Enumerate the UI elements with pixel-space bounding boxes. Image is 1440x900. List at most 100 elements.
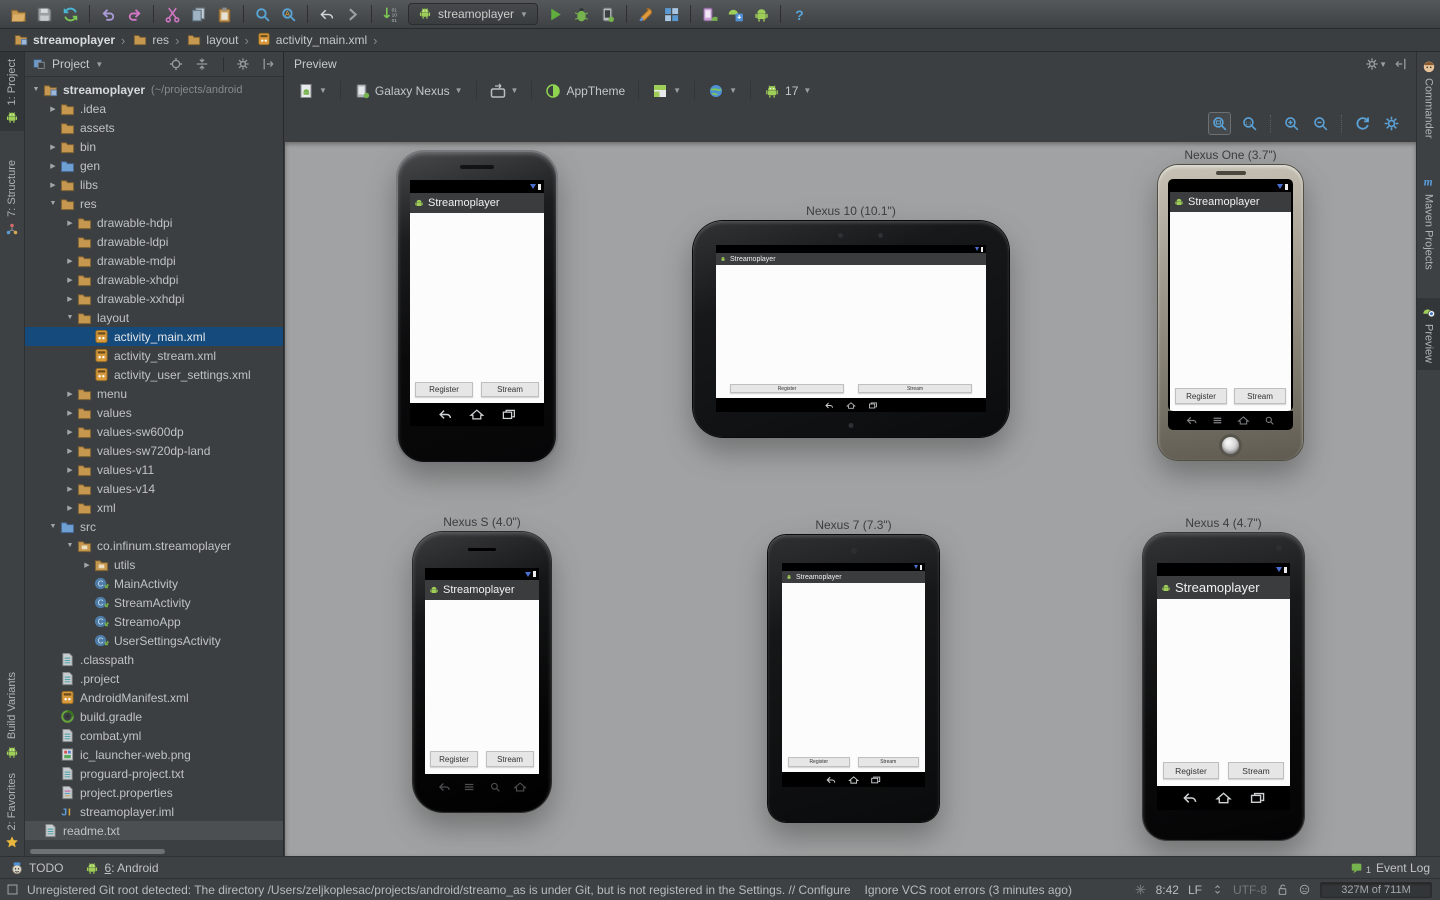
stream-button[interactable]: Stream — [1228, 762, 1284, 779]
tree-collapsed-icon[interactable]: ▶ — [46, 162, 60, 170]
configuration-chooser[interactable]: ▼ — [294, 81, 331, 101]
tree-item[interactable]: activity_main.xml — [25, 327, 283, 346]
tool-tab-maven[interactable]: m Maven Projects — [1417, 168, 1440, 277]
tool-tab-commander[interactable]: Commander — [1417, 52, 1440, 146]
hide-panel-icon[interactable] — [262, 57, 276, 71]
register-button[interactable]: Register — [730, 384, 844, 393]
undo-button[interactable] — [96, 3, 121, 26]
tree-item[interactable]: assets — [25, 118, 283, 137]
tree-item[interactable]: ▶values — [25, 403, 283, 422]
stream-button[interactable]: Stream — [486, 751, 534, 767]
tree-expanded-icon[interactable]: ▼ — [29, 86, 43, 93]
attach-button[interactable] — [595, 3, 620, 26]
tree-expanded-icon[interactable]: ▼ — [63, 314, 77, 321]
stream-button[interactable]: Stream — [1234, 388, 1286, 404]
tree-collapsed-icon[interactable]: ▶ — [63, 447, 77, 455]
tool-tab-favorites[interactable]: 2: Favorites — [0, 766, 24, 856]
tree-collapsed-icon[interactable]: ▶ — [46, 181, 60, 189]
api-version-chooser[interactable]: 17 ▼ — [760, 81, 815, 101]
tree-item[interactable]: ▶xml — [25, 498, 283, 517]
tree-collapsed-icon[interactable]: ▶ — [63, 428, 77, 436]
tree-item[interactable]: readme.txt — [25, 821, 283, 840]
tool-tab-structure[interactable]: 7: Structure — [0, 153, 24, 243]
tree-item[interactable]: CMainActivity — [25, 574, 283, 593]
tree-item[interactable]: ▶gen — [25, 156, 283, 175]
tree-item[interactable]: ▶values-v14 — [25, 479, 283, 498]
monitor-button[interactable] — [749, 3, 774, 26]
open-button[interactable] — [6, 3, 31, 26]
paste-button[interactable] — [212, 3, 237, 26]
tree-item[interactable]: ▶drawable-xxhdpi — [25, 289, 283, 308]
stream-button[interactable]: Stream — [481, 382, 539, 397]
breadcrumb-item[interactable]: layout — [181, 29, 242, 51]
tree-expanded-icon[interactable]: ▼ — [46, 200, 60, 207]
tree-item[interactable]: ▶.idea — [25, 99, 283, 118]
zoom-to-fit-button[interactable] — [1208, 112, 1231, 135]
tree-item[interactable]: build.gradle — [25, 707, 283, 726]
register-button[interactable]: Register — [788, 757, 850, 767]
preview-settings-button[interactable] — [1381, 113, 1402, 134]
chevron-down-icon[interactable]: ▼ — [95, 60, 103, 69]
tree-item[interactable]: ▶drawable-mdpi — [25, 251, 283, 270]
tree-item[interactable]: ▶values-sw720dp-land — [25, 441, 283, 460]
register-button[interactable]: Register — [430, 751, 478, 767]
debug-button[interactable] — [569, 3, 594, 26]
tree-item[interactable]: .project — [25, 669, 283, 688]
tree-collapsed-icon[interactable]: ▶ — [46, 143, 60, 151]
layout-variant-chooser[interactable]: ▼ — [648, 81, 685, 101]
encoding-indicator[interactable]: UTF-8 — [1233, 883, 1267, 897]
tree-item[interactable]: ▶bin — [25, 137, 283, 156]
breadcrumb-item[interactable]: activity_main.xml — [251, 29, 371, 51]
tree-item[interactable]: CUserSettingsActivity — [25, 631, 283, 650]
tree-item[interactable]: activity_user_settings.xml — [25, 365, 283, 384]
actual-size-button[interactable]: 1:1 — [1239, 113, 1260, 134]
tree-expanded-icon[interactable]: ▼ — [46, 523, 60, 530]
tree-item[interactable]: CStreamoApp — [25, 612, 283, 631]
replace-button[interactable]: A — [276, 3, 301, 26]
tree-item[interactable]: AndroidManifest.xml — [25, 688, 283, 707]
save-button[interactable] — [32, 3, 57, 26]
register-button[interactable]: Register — [415, 382, 473, 397]
tree-collapsed-icon[interactable]: ▶ — [63, 257, 77, 265]
event-log-button[interactable]: 1 Event Log — [1350, 861, 1430, 875]
tree-collapsed-icon[interactable]: ▶ — [63, 485, 77, 493]
tree-collapsed-icon[interactable]: ▶ — [63, 276, 77, 284]
tree-item[interactable]: ▼src — [25, 517, 283, 536]
tree-item[interactable]: ▶drawable-xhdpi — [25, 270, 283, 289]
tool-tab-android[interactable]: 6: Android — [85, 861, 158, 875]
tree-expanded-icon[interactable]: ▼ — [63, 542, 77, 549]
cursor-position[interactable]: 8:42 — [1156, 883, 1179, 897]
tree-item[interactable]: ▶drawable-hdpi — [25, 213, 283, 232]
locate-icon[interactable] — [169, 57, 183, 71]
tree-collapsed-icon[interactable]: ▶ — [63, 409, 77, 417]
tree-item[interactable]: ▼streamoplayer(~/projects/android — [25, 80, 283, 99]
tree-collapsed-icon[interactable]: ▶ — [63, 295, 77, 303]
cut-button[interactable] — [160, 3, 185, 26]
tree-item[interactable]: ▼layout — [25, 308, 283, 327]
refresh-button[interactable] — [1352, 113, 1373, 134]
nav-fwd-button[interactable] — [340, 3, 365, 26]
device-chooser[interactable]: Galaxy Nexus ▼ — [350, 81, 467, 101]
tool-tab-build-variants[interactable]: Build Variants — [0, 665, 24, 765]
tool-tab-project[interactable]: 1: Project — [0, 52, 24, 131]
tree-collapsed-icon[interactable]: ▶ — [63, 504, 77, 512]
project-panel-title[interactable]: Project — [52, 57, 89, 71]
tree-item[interactable]: activity_stream.xml — [25, 346, 283, 365]
sdk-button[interactable] — [723, 3, 748, 26]
lock-icon[interactable] — [1276, 883, 1289, 896]
tree-item[interactable]: ▼res — [25, 194, 283, 213]
linenum-button[interactable]: 011001 — [378, 3, 403, 26]
copy-button[interactable] — [186, 3, 211, 26]
tree-collapsed-icon[interactable]: ▶ — [63, 390, 77, 398]
redo-button[interactable] — [122, 3, 147, 26]
find-button[interactable] — [250, 3, 275, 26]
play-button[interactable] — [543, 3, 568, 26]
collapse-all-icon[interactable] — [195, 57, 209, 71]
tree-collapsed-icon[interactable]: ▶ — [46, 105, 60, 113]
tree-collapsed-icon[interactable]: ▶ — [63, 219, 77, 227]
tool-tab-todo[interactable]: TODO — [10, 861, 63, 875]
tree-item[interactable]: combat.yml — [25, 726, 283, 745]
memory-indicator[interactable]: 327M of 711M — [1320, 882, 1432, 898]
tool-tab-preview[interactable]: Preview — [1417, 298, 1440, 370]
tree-item[interactable]: ▶utils — [25, 555, 283, 574]
